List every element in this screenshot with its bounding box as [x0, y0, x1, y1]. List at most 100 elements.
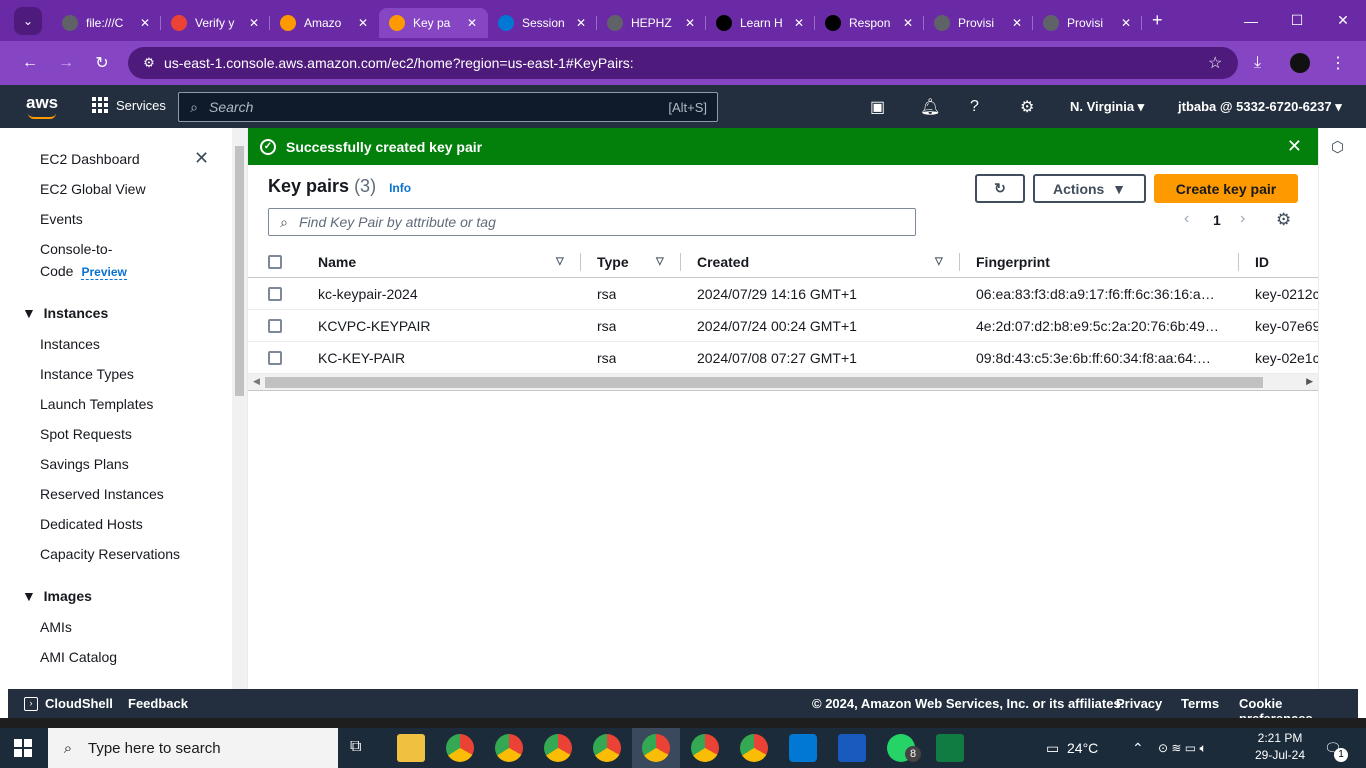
column-header-type[interactable]: Type [597, 254, 629, 270]
new-tab-button[interactable]: + [1152, 10, 1163, 31]
table-horizontal-scrollbar[interactable]: ◀ ▶ [248, 374, 1318, 391]
select-all-checkbox[interactable] [268, 255, 282, 269]
browser-tab[interactable]: Respon ✕ [815, 8, 924, 38]
sidebar-item-ami-catalog[interactable]: AMI Catalog [40, 649, 117, 665]
excel-icon[interactable] [936, 734, 964, 762]
column-header-name[interactable]: Name [318, 254, 356, 270]
close-tab-icon[interactable]: ✕ [791, 16, 807, 30]
sidebar-scrollbar[interactable] [232, 128, 247, 689]
table-row[interactable]: KCVPC-KEYPAIR rsa 2024/07/24 00:24 GMT+1… [248, 310, 1318, 342]
sidebar-item-ec2-global-view[interactable]: EC2 Global View [40, 181, 146, 197]
browser-tab[interactable]: Amazo ✕ [270, 8, 379, 38]
chrome-icon[interactable] [740, 734, 768, 762]
taskbar-search-input[interactable]: ⌕ Type here to search [48, 728, 338, 768]
refresh-button[interactable]: ↻ [975, 174, 1025, 203]
sidebar-item-dedicated-hosts[interactable]: Dedicated Hosts [40, 516, 143, 532]
feedback-link[interactable]: Feedback [128, 696, 188, 711]
sidebar-item-instance-types[interactable]: Instance Types [40, 366, 134, 382]
next-page-icon[interactable]: › [1240, 210, 1245, 228]
windows-start-icon[interactable] [14, 739, 32, 757]
close-tab-icon[interactable]: ✕ [1009, 16, 1025, 30]
sidebar-item-instances[interactable]: Instances [40, 336, 100, 352]
info-link[interactable]: Info [389, 181, 411, 195]
omnibox[interactable]: ⚙ us-east-1.console.aws.amazon.com/ec2/h… [128, 47, 1238, 79]
chrome-icon[interactable] [642, 734, 670, 762]
row-checkbox[interactable] [268, 319, 282, 333]
close-sidebar-icon[interactable]: ✕ [194, 148, 209, 169]
profile-avatar[interactable] [1290, 41, 1310, 85]
table-row[interactable]: kc-keypair-2024 rsa 2024/07/29 14:16 GMT… [248, 278, 1318, 310]
browser-tab[interactable]: file:///C ✕ [52, 8, 161, 38]
sort-icon[interactable]: ▽ [656, 256, 664, 267]
site-settings-icon[interactable]: ⚙ [134, 55, 164, 71]
browser-tab[interactable]: Verify y ✕ [161, 8, 270, 38]
account-menu[interactable]: jtbaba @ 5332-6720-6237 ▾ [1178, 85, 1342, 128]
sidebar-item-capacity-reservations[interactable]: Capacity Reservations [40, 546, 180, 562]
filter-input[interactable]: ⌕ Find Key Pair by attribute or tag [268, 208, 916, 236]
actions-button[interactable]: Actions ▼ [1033, 174, 1146, 203]
sidebar-item-launch-templates[interactable]: Launch Templates [40, 396, 153, 412]
column-header-id[interactable]: ID [1255, 254, 1269, 270]
chevron-up-icon[interactable]: ⌃ [1132, 728, 1144, 768]
table-row[interactable]: KC-KEY-PAIR rsa 2024/07/08 07:27 GMT+1 0… [248, 342, 1318, 374]
close-tab-icon[interactable]: ✕ [900, 16, 916, 30]
forward-icon[interactable]: → [48, 54, 84, 72]
browser-tab[interactable]: Learn H ✕ [706, 8, 815, 38]
help-panel-icon[interactable]: ⬡ [1331, 138, 1344, 156]
word-icon[interactable] [838, 734, 866, 762]
close-tab-icon[interactable]: ✕ [573, 16, 589, 30]
close-tab-icon[interactable]: ✕ [682, 16, 698, 30]
chrome-icon[interactable] [446, 734, 474, 762]
scroll-right-icon[interactable]: ▶ [1306, 376, 1313, 387]
file-explorer-icon[interactable] [397, 734, 425, 762]
task-view-icon[interactable]: ⧉ [350, 738, 361, 756]
column-divider[interactable] [580, 253, 581, 271]
privacy-link[interactable]: Privacy [1116, 696, 1162, 711]
column-divider[interactable] [680, 253, 681, 271]
weather-widget[interactable]: ▭ 24°C [1046, 728, 1098, 768]
maximize-icon[interactable]: ☐ [1274, 0, 1320, 41]
chrome-icon[interactable] [593, 734, 621, 762]
column-header-created[interactable]: Created [697, 254, 749, 270]
cloudshell-icon[interactable]: ▣ [870, 85, 885, 128]
page-number[interactable]: 1 [1213, 212, 1221, 228]
download-icon[interactable]: ⤓ [1254, 41, 1261, 85]
browser-tab[interactable]: Session ✕ [488, 8, 597, 38]
close-tab-icon[interactable]: ✕ [1118, 16, 1134, 30]
browser-tab[interactable]: Key pa ✕ [379, 8, 488, 38]
aws-logo[interactable]: aws [26, 93, 58, 119]
row-checkbox[interactable] [268, 351, 282, 365]
clock[interactable]: 2:21 PM 29-Jul-24 [1254, 731, 1306, 762]
sidebar-item-spot-requests[interactable]: Spot Requests [40, 426, 132, 442]
sidebar-section-instances[interactable]: ▼ Instances [22, 305, 108, 321]
tab-search-button[interactable]: ⌄ [14, 6, 42, 35]
sidebar-item-savings-plans[interactable]: Savings Plans [40, 456, 129, 472]
sidebar-item-events[interactable]: Events [40, 211, 83, 227]
system-tray-icons[interactable]: ⊙ ≋ ▭ 🔈︎ [1158, 728, 1207, 768]
column-divider[interactable] [959, 253, 960, 271]
sidebar-item-reserved-instances[interactable]: Reserved Instances [40, 486, 164, 502]
prev-page-icon[interactable]: ‹ [1184, 210, 1189, 228]
close-tab-icon[interactable]: ✕ [137, 16, 153, 30]
browser-tab[interactable]: HEPHZ ✕ [597, 8, 706, 38]
browser-menu-icon[interactable]: ⋮ [1330, 41, 1346, 85]
browser-tab[interactable]: Provisi ✕ [1033, 8, 1142, 38]
bookmark-star-icon[interactable]: ☆ [1208, 53, 1238, 73]
services-menu-button[interactable]: Services [92, 97, 166, 113]
aws-search-input[interactable]: ⌕ Search [Alt+S] [178, 92, 718, 122]
sidebar-item-console-to-code-line2[interactable]: Code Preview [40, 263, 127, 280]
chrome-icon[interactable] [495, 734, 523, 762]
vscode-icon[interactable] [789, 734, 817, 762]
chrome-icon[interactable] [691, 734, 719, 762]
sidebar-item-amis[interactable]: AMIs [40, 619, 72, 635]
close-window-icon[interactable]: ✕ [1320, 0, 1366, 41]
sort-icon[interactable]: ▽ [556, 256, 564, 267]
terms-link[interactable]: Terms [1181, 696, 1219, 711]
url-text[interactable]: us-east-1.console.aws.amazon.com/ec2/hom… [164, 55, 1208, 71]
region-selector[interactable]: N. Virginia ▾ [1070, 85, 1144, 128]
column-divider[interactable] [1238, 253, 1239, 271]
close-tab-icon[interactable]: ✕ [246, 16, 262, 30]
column-header-fingerprint[interactable]: Fingerprint [976, 254, 1050, 270]
scroll-left-icon[interactable]: ◀ [253, 376, 260, 387]
minimize-icon[interactable]: — [1228, 0, 1274, 41]
